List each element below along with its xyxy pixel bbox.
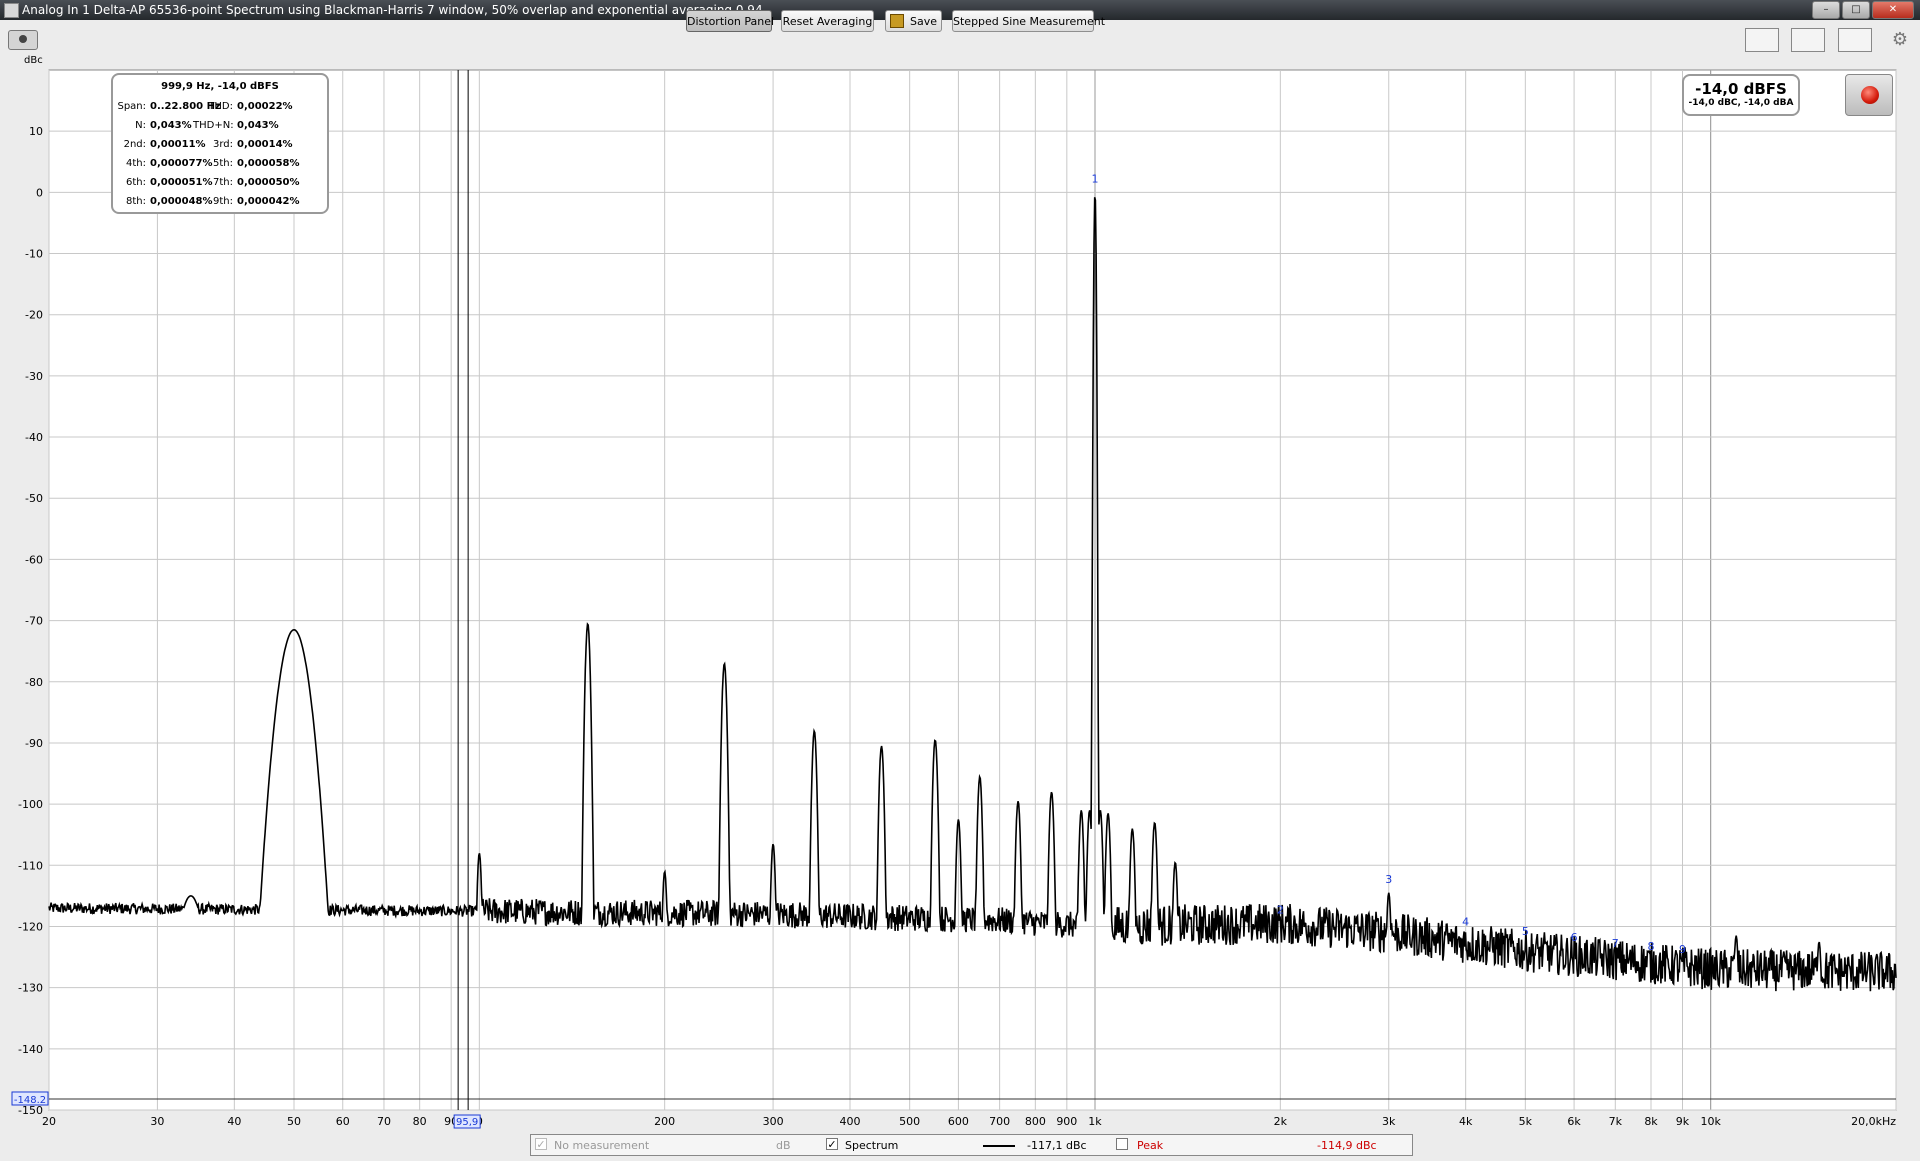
level-sub: -14,0 dBC, -14,0 dBA: [1688, 98, 1794, 108]
harmonic-marker: 1: [1091, 172, 1098, 185]
distortion-value: 0,00022%: [237, 101, 293, 112]
harmonic-marker: 2: [1277, 903, 1284, 916]
y-tick-label: -10: [25, 248, 43, 261]
distortion-label: 8th:: [126, 196, 146, 207]
distortion-label: 3rd:: [212, 139, 233, 150]
distortion-label: 4th:: [126, 158, 146, 169]
x-tick-label: 1k: [1088, 1115, 1102, 1128]
x-tick-label: 900: [1056, 1115, 1077, 1128]
spectrum-value: -117,1 dBc: [1027, 1139, 1087, 1152]
y-tick-label: -40: [25, 431, 43, 444]
harmonic-marker: 5: [1522, 925, 1529, 938]
x-tick-label: 500: [899, 1115, 920, 1128]
level-readout: -14,0 dBFS -14,0 dBC, -14,0 dBA: [1682, 74, 1800, 116]
x-tick-label: 40: [227, 1115, 241, 1128]
x-tick-label: 50: [287, 1115, 301, 1128]
distortion-label: 5th:: [213, 158, 233, 169]
x-tick-label: 3k: [1382, 1115, 1396, 1128]
x-tick-label: 2k: [1274, 1115, 1288, 1128]
harmonic-marker: 9: [1679, 943, 1686, 956]
y-tick-label: 0: [36, 186, 43, 199]
level-main: -14,0 dBFS: [1695, 80, 1787, 98]
x-tick-label: 8k: [1644, 1115, 1658, 1128]
x-tick-label: 5k: [1519, 1115, 1533, 1128]
distortion-value: 0,00014%: [237, 139, 293, 150]
y-tick-label: -60: [25, 553, 43, 566]
x-tick-label: 400: [840, 1115, 861, 1128]
y-tick-label: -140: [18, 1043, 43, 1056]
x-tick-label: 300: [763, 1115, 784, 1128]
harmonic-marker: 4: [1462, 916, 1469, 929]
y-tick-label: 10: [29, 125, 43, 138]
distortion-label: THD+N:: [193, 120, 234, 131]
spectrum-line-swatch: [983, 1145, 1015, 1147]
cursor-label: 95,9: [456, 1117, 478, 1128]
y-tick-label: -70: [25, 615, 43, 628]
distortion-panel: 999,9 Hz, -14,0 dBFS Span: 0..22.800 Hz …: [111, 73, 329, 214]
distortion-header: 999,9 Hz, -14,0 dBFS: [161, 81, 279, 92]
x-tick-label: 800: [1025, 1115, 1046, 1128]
legend-bar: ✓ No measurement dB ✓ Spectrum -117,1 dB…: [530, 1134, 1413, 1156]
harmonic-marker: 8: [1648, 940, 1655, 953]
db-label: dB: [776, 1139, 791, 1152]
y-tick-label: -20: [25, 309, 43, 322]
distortion-label: 7th:: [213, 177, 233, 188]
y-tick-label: -30: [25, 370, 43, 383]
distortion-label: THD:: [208, 101, 233, 112]
distortion-value: 0,000050%: [237, 177, 300, 188]
distortion-value: 0,043%: [237, 120, 279, 131]
x-tick-label: 30: [150, 1115, 164, 1128]
x-tick-label: 600: [948, 1115, 969, 1128]
x-tick-label: 200: [654, 1115, 675, 1128]
distortion-label: Span:: [117, 101, 146, 112]
x-tick-label: 6k: [1567, 1115, 1581, 1128]
distortion-label: 2nd:: [123, 139, 146, 150]
spectrum-checkbox[interactable]: ✓: [826, 1138, 838, 1151]
y-tick-label: -90: [25, 737, 43, 750]
y-tick-label: -80: [25, 676, 43, 689]
peak-label: Peak: [1137, 1139, 1164, 1152]
distortion-value: 0,043%: [150, 120, 192, 131]
y-tick-label: -130: [18, 982, 43, 995]
harmonic-marker: 3: [1385, 873, 1392, 886]
x-tick-label: 700: [989, 1115, 1010, 1128]
harmonic-marker: 7: [1612, 937, 1619, 950]
distortion-label: N:: [135, 120, 146, 131]
x-tick-label: 80: [413, 1115, 427, 1128]
distortion-value: 0,000042%: [237, 196, 300, 207]
level-marker-label: -148.2: [14, 1095, 46, 1106]
distortion-label: 9th:: [213, 196, 233, 207]
distortion-value: 0,000058%: [237, 158, 300, 169]
x-tick-label: 70: [377, 1115, 391, 1128]
y-tick-label: -120: [18, 920, 43, 933]
y-tick-label: -100: [18, 798, 43, 811]
x-tick-label: 4k: [1459, 1115, 1473, 1128]
x-tick-label: 9k: [1676, 1115, 1690, 1128]
y-tick-label: -110: [18, 859, 43, 872]
harmonic-marker: 6: [1571, 931, 1578, 944]
x-tick-label: 20,0kHz: [1851, 1115, 1896, 1128]
no-measurement-label: No measurement: [554, 1139, 650, 1152]
x-tick-label: 20: [42, 1115, 56, 1128]
x-tick-label: 7k: [1609, 1115, 1623, 1128]
no-measurement-checkbox[interactable]: ✓: [535, 1138, 547, 1151]
spectrum-label: Spectrum: [845, 1139, 899, 1152]
distortion-label: 6th:: [126, 177, 146, 188]
record-icon: [1861, 86, 1879, 104]
peak-checkbox[interactable]: [1116, 1138, 1128, 1150]
peak-value: -114,9 dBc: [1317, 1139, 1377, 1152]
record-button[interactable]: [1845, 74, 1893, 116]
x-tick-label: 10k: [1700, 1115, 1721, 1128]
y-tick-label: -50: [25, 492, 43, 505]
x-tick-label: 60: [336, 1115, 350, 1128]
